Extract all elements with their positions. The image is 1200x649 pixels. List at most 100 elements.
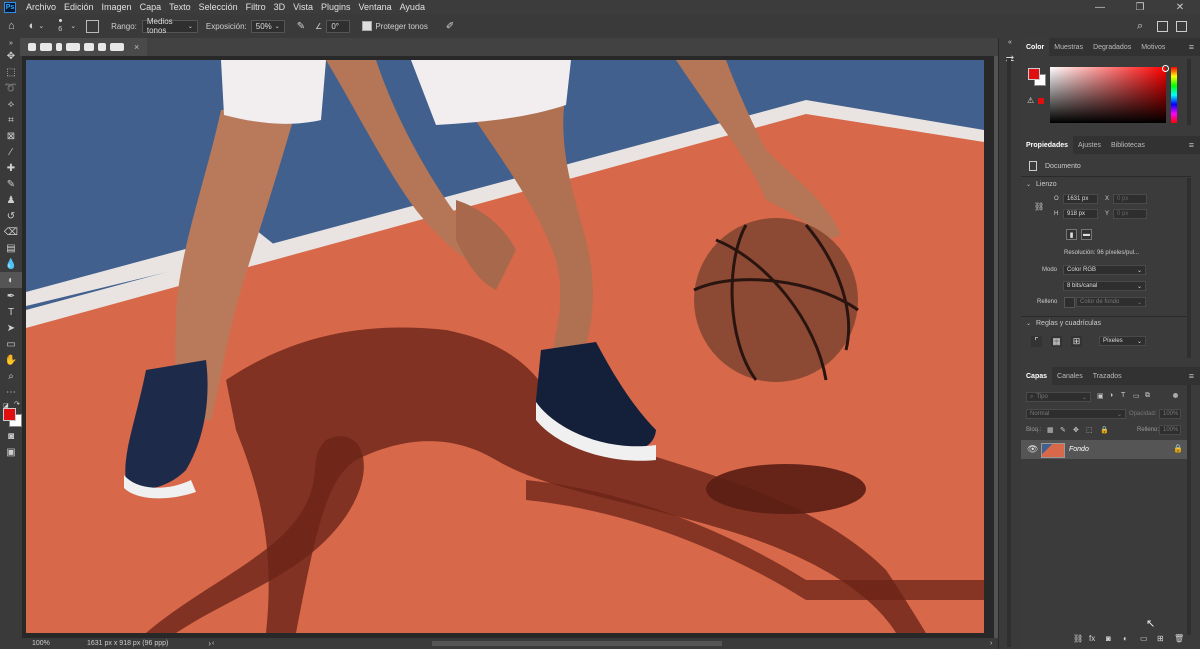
- sponge-tool-icon[interactable]: ◐: [29, 20, 36, 32]
- filter-type-icon[interactable]: T: [1121, 392, 1125, 399]
- horizontal-scrollbar[interactable]: [432, 641, 722, 646]
- chevron-down-icon[interactable]: ⌄: [38, 22, 44, 30]
- filter-smart-object-icon[interactable]: ⧉: [1145, 392, 1150, 400]
- expand-panels-icon[interactable]: «: [999, 39, 1021, 46]
- portrait-orientation-icon[interactable]: ▮: [1066, 229, 1077, 240]
- guides-icon[interactable]: ⊞: [1071, 336, 1082, 347]
- add-mask-icon[interactable]: ◙: [1106, 634, 1111, 643]
- brush-settings-icon[interactable]: [86, 19, 100, 33]
- menu-edicion[interactable]: Edición: [60, 2, 98, 12]
- color-picker-cursor[interactable]: [1162, 65, 1169, 72]
- eyedropper-tool-icon[interactable]: ⁄: [0, 144, 22, 160]
- tab-motivos[interactable]: Motivos: [1136, 38, 1170, 56]
- sponge-tool-icon[interactable]: ◐: [0, 272, 22, 288]
- search-icon[interactable]: ⌕: [1137, 20, 1143, 33]
- link-layers-icon[interactable]: ⛓: [1073, 634, 1083, 643]
- document-tab[interactable]: ×: [20, 38, 148, 56]
- filter-toggle-icon[interactable]: [1173, 393, 1178, 398]
- rectangle-tool-icon[interactable]: ▭: [0, 336, 22, 352]
- tab-muestras[interactable]: Muestras: [1049, 38, 1088, 56]
- maximize-button[interactable]: ❐: [1120, 0, 1160, 14]
- swap-colors-icon[interactable]: ↷: [14, 400, 20, 408]
- status-menu-arrow[interactable]: ›: [208, 639, 211, 648]
- delete-layer-icon[interactable]: 🗑: [1174, 634, 1184, 643]
- blur-tool-icon[interactable]: 💧: [0, 256, 22, 272]
- menu-filtro[interactable]: Filtro: [242, 2, 270, 12]
- color-swatches[interactable]: ◪ ↷: [0, 400, 22, 428]
- fill-opacity-input[interactable]: 100%: [1159, 425, 1181, 435]
- chevron-down-icon[interactable]: ⌄: [70, 22, 76, 30]
- rulers-section-title[interactable]: Reglas y cuadrículas: [1036, 320, 1101, 327]
- menu-3d[interactable]: 3D: [270, 2, 290, 12]
- adjustment-layer-icon[interactable]: ◐: [1123, 634, 1128, 643]
- layer-lock-icon[interactable]: 🔒: [1173, 444, 1183, 453]
- visibility-eye-icon[interactable]: 👁: [1027, 444, 1038, 455]
- y-input[interactable]: 0 px: [1113, 209, 1147, 219]
- opacity-input[interactable]: 100%: [1159, 409, 1181, 419]
- new-layer-icon[interactable]: ⊞: [1157, 634, 1164, 643]
- layer-filter-select[interactable]: ⌕ Tipo ⌄: [1026, 392, 1091, 402]
- share-icon[interactable]: [1176, 20, 1187, 32]
- airbrush-icon[interactable]: ✎: [297, 21, 305, 32]
- new-group-icon[interactable]: ▭: [1140, 634, 1148, 643]
- more-tools-icon[interactable]: ⋯: [0, 384, 22, 400]
- lock-all-icon[interactable]: 🔒: [1100, 426, 1109, 434]
- chevron-down-icon[interactable]: ⌄: [1026, 320, 1031, 327]
- tab-ajustes[interactable]: Ajustes: [1073, 136, 1106, 154]
- landscape-orientation-icon[interactable]: ▬: [1081, 229, 1092, 240]
- menu-texto[interactable]: Texto: [165, 2, 195, 12]
- menu-ventana[interactable]: Ventana: [355, 2, 396, 12]
- pressure-icon[interactable]: ✐: [446, 21, 454, 32]
- screen-mode-icon[interactable]: ▣: [0, 444, 22, 460]
- scroll-left-icon[interactable]: ‹: [212, 640, 214, 647]
- zoom-level[interactable]: 100%: [32, 640, 77, 647]
- tab-capas[interactable]: Capas: [1021, 367, 1053, 385]
- lasso-tool-icon[interactable]: ➰: [0, 80, 22, 96]
- link-dimensions-icon[interactable]: ⛓: [1034, 202, 1044, 211]
- lock-image-icon[interactable]: ✎: [1060, 426, 1066, 434]
- color-panel-scrollbar[interactable]: [1187, 59, 1191, 125]
- close-window-button[interactable]: ✕: [1160, 0, 1200, 14]
- exposure-input[interactable]: 50% ⌄: [250, 19, 285, 33]
- lock-transparent-icon[interactable]: ▦: [1047, 426, 1054, 434]
- hue-slider[interactable]: [1171, 67, 1177, 123]
- height-input[interactable]: 918 px: [1063, 209, 1098, 219]
- eraser-tool-icon[interactable]: ⌫: [0, 224, 22, 240]
- blend-mode-select[interactable]: Normal ⌄: [1026, 409, 1126, 419]
- brush-preset-picker[interactable]: 6: [56, 17, 66, 35]
- mode-select[interactable]: Color RGB ⌄: [1063, 265, 1146, 275]
- properties-scrollbar[interactable]: [1187, 178, 1191, 358]
- lock-position-icon[interactable]: ✥: [1073, 426, 1079, 434]
- marquee-tool-icon[interactable]: ⬚: [0, 64, 22, 80]
- menu-seleccion[interactable]: Selección: [195, 2, 242, 12]
- layers-scrollbar[interactable]: [1187, 385, 1191, 635]
- filter-shape-icon[interactable]: ▭: [1133, 392, 1140, 400]
- crop-tool-icon[interactable]: ⌗: [0, 112, 22, 128]
- color-field[interactable]: [1050, 67, 1166, 123]
- width-input[interactable]: 1631 px: [1063, 194, 1098, 204]
- chevron-down-icon[interactable]: ⌄: [1026, 181, 1031, 188]
- foreground-color-swatch[interactable]: [3, 408, 16, 421]
- path-selection-tool-icon[interactable]: ➤: [0, 320, 22, 336]
- clone-stamp-tool-icon[interactable]: ♟: [0, 192, 22, 208]
- menu-archivo[interactable]: Archivo: [22, 2, 60, 12]
- fill-color-swatch[interactable]: [1064, 297, 1075, 308]
- quick-mask-icon[interactable]: ◙: [0, 428, 22, 444]
- grid-icon[interactable]: ▦: [1051, 336, 1062, 347]
- tab-trazados[interactable]: Trazados: [1088, 367, 1127, 385]
- fill-select[interactable]: Color de fondo ⌄: [1076, 297, 1146, 307]
- workspace-icon[interactable]: [1157, 20, 1168, 32]
- filter-pixel-icon[interactable]: ▣: [1097, 392, 1104, 400]
- bit-depth-select[interactable]: 8 bits/canal ⌄: [1063, 281, 1146, 291]
- menu-ayuda[interactable]: Ayuda: [396, 2, 429, 12]
- move-tool-icon[interactable]: ✥: [0, 48, 22, 64]
- quick-selection-tool-icon[interactable]: ⟡: [0, 96, 22, 112]
- menu-plugins[interactable]: Plugins: [317, 2, 355, 12]
- panel-menu-icon[interactable]: ≡: [1189, 42, 1194, 52]
- panel-menu-icon[interactable]: ≡: [1189, 371, 1194, 381]
- minimize-button[interactable]: —: [1080, 0, 1120, 14]
- protect-tones-checkbox[interactable]: Proteger tonos: [362, 21, 428, 31]
- out-of-gamut-warning-icon[interactable]: ⚠: [1027, 96, 1034, 105]
- pen-tool-icon[interactable]: ✒: [0, 288, 22, 304]
- collapse-toolbar-icon[interactable]: »: [0, 38, 22, 48]
